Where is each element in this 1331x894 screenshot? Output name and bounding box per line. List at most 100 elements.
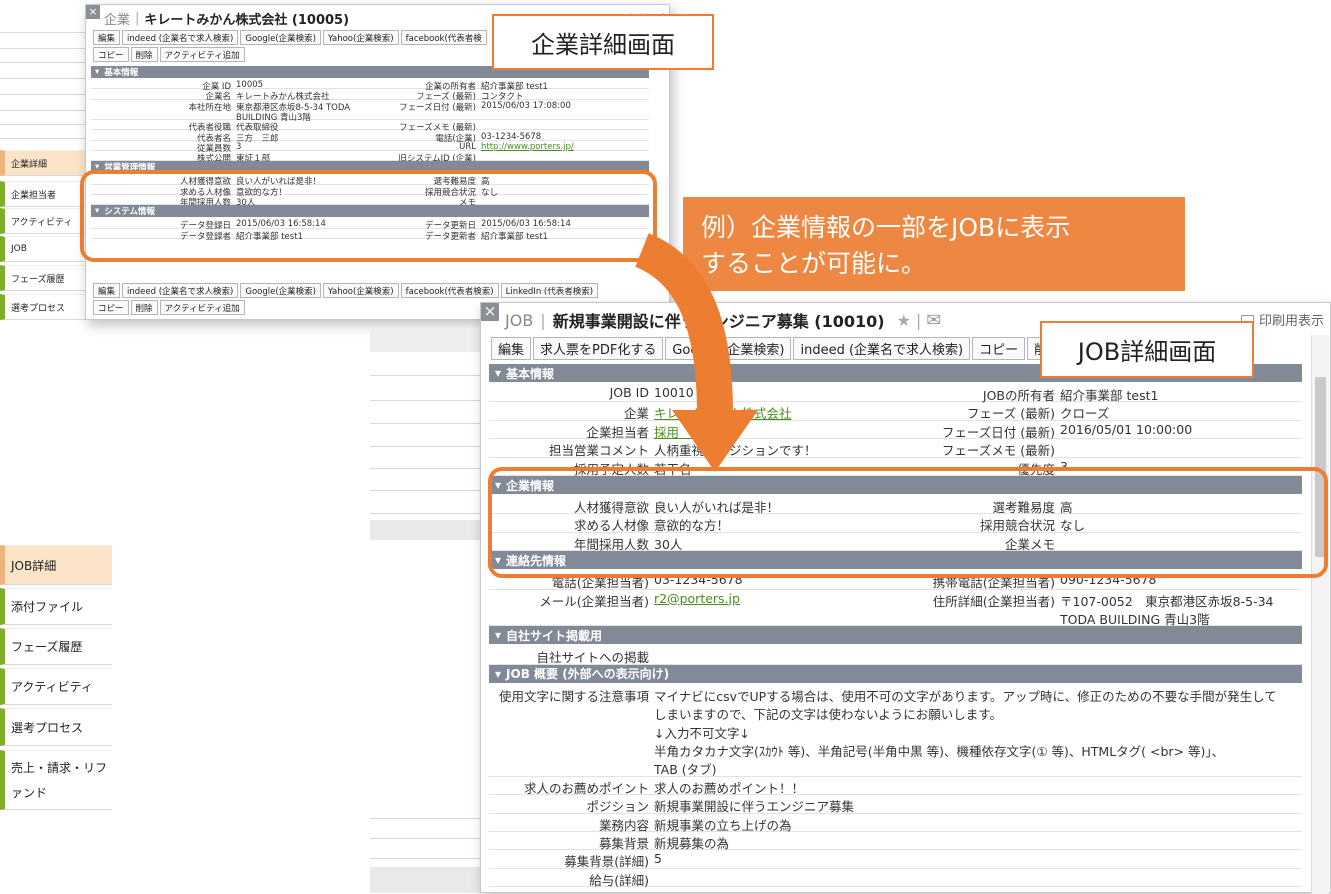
field-row: 従業員数 3 URL http://www.porters.jp/ (91, 141, 649, 154)
field-row: 企業担当者 採用 担当 フェーズ日付 (最新) 2016/05/01 10:00:00 (489, 421, 1302, 440)
mail-icon[interactable]: ✉ (926, 310, 941, 331)
note-line-1: 例）企業情報の一部をJOBに表示 (701, 213, 1071, 242)
company-toolbar-bottom: 編集 indeed (企業名で求人検索) Google(企業検索) Yahoo(企業検… (93, 283, 600, 298)
field-label: 求人のお薦めポイント (523, 780, 649, 796)
job-company-highlight (488, 467, 1328, 578)
section-header[interactable]: 自社サイト掲載用 (489, 626, 1302, 645)
field-row: 自社サイトへの掲載 (489, 646, 1302, 665)
field-value: TAB (タブ) (654, 762, 717, 778)
field-row: 使用文字に関する注意事項 マイナビにcsvでUPする場合は、使用不可の文字がありま… (489, 685, 1302, 777)
company-screen-callout: 企業詳細画面 (492, 14, 714, 70)
toolbar-button[interactable]: indeed (企業名で求人検索) (122, 30, 239, 45)
field-label: ポジション (586, 799, 649, 815)
close-button[interactable]: × (86, 5, 100, 19)
nav-item[interactable]: 売上・請求・リフ ァンド (0, 750, 112, 810)
toolbar-button[interactable]: アクティビティ追加 (159, 47, 245, 62)
company-sales-highlight (80, 170, 657, 262)
toolbar-button[interactable]: 削除 (130, 300, 158, 315)
section-title: 自社サイト掲載用 (506, 628, 603, 643)
toolbar-button[interactable]: Yahoo(企業検索) (322, 30, 399, 45)
field-value: ↓入力不可文字↓ (654, 725, 750, 741)
field-label: 募集背景 (598, 836, 649, 851)
nav-item-label: 添付ファイル (11, 600, 84, 614)
nav-item[interactable]: 選考プロセス (0, 294, 86, 320)
toolbar-button[interactable]: LinkedIn (代表者検索) (500, 283, 599, 298)
field-label: フェーズ (最新) (966, 406, 1055, 422)
field-value: 新規事業の立ち上げの為 (654, 817, 792, 833)
toolbar-button[interactable]: indeed (企業名で求人検索) (122, 283, 239, 298)
field-row: ポジション 新規事業開設に伴うエンジニア募集 (489, 795, 1302, 815)
title-separator: | (540, 310, 546, 330)
nav-item-label: 企業詳細 (11, 159, 48, 170)
title-separator-2: | (915, 310, 922, 330)
field-value: しまいますので、下記の文字は使わないようにお願いします。 (654, 707, 1003, 723)
field-label: 使用文字に関する注意事項 (498, 688, 649, 704)
toolbar-button[interactable]: 編集 (93, 283, 121, 298)
field-value: クローズ (1060, 406, 1110, 422)
company-toolbar-2: コピー 削除 アクティビティ追加 (93, 47, 247, 62)
toolbar-button[interactable]: indeed (企業名で求人検索) (793, 337, 971, 360)
field-value: TODA BUILDING 青山3階 (1060, 611, 1210, 627)
scrollbar[interactable] (1311, 335, 1329, 894)
nav-item-label: 企業担当者 (11, 190, 57, 201)
toolbar-button[interactable]: Google(企業検索) (240, 283, 321, 298)
field-row: 求人のお薦めポイント 求人のお薦めポイント！！ (489, 777, 1302, 796)
field-row: 企業 ID 10005 企業の所有者 紹介事業部 test1 (91, 79, 649, 92)
toolbar-button[interactable]: facebook(代表者検索) (400, 283, 499, 298)
field-label: 本社所在地 (188, 102, 231, 113)
nav-item[interactable]: フェーズ履歴 (0, 628, 112, 665)
field-value: 半角カタカナ文字(ｽｶｳﾄ 等)、半角記号(半角中黒 等)、機種依存文字(① 等… (654, 743, 1225, 759)
section-title: JOB 概要 (外部への表示向け) (506, 667, 670, 682)
field-label: メール(企業担当者) (539, 593, 649, 609)
toolbar-button[interactable]: 削除 (130, 47, 158, 62)
nav-item-label: アクティビティ (11, 217, 73, 228)
nav-item-label: アクティビティ (11, 680, 93, 694)
field-row: 代表者役職 代表取締役 フェーズメモ (最新) (91, 120, 649, 133)
field-value: 2015/06/03 17:08:00 (481, 100, 571, 111)
field-label: JOB ID (609, 385, 649, 400)
nav-item[interactable]: JOB詳細 (0, 545, 112, 585)
nav-item-label: 選考プロセス (11, 720, 84, 735)
field-row: 給与(詳細) (489, 869, 1302, 888)
nav-item[interactable]: アクティビティ (0, 208, 86, 234)
toolbar-button[interactable]: Yahoo(企業検索) (322, 283, 399, 298)
toolbar-button[interactable]: 編集 (93, 30, 121, 45)
field-label: 住所詳細(企業担当者) (932, 593, 1055, 609)
toolbar-button[interactable]: Google(企業検索) (240, 30, 321, 45)
toolbar-button[interactable]: コピー (93, 47, 129, 62)
field-label: 企業 (623, 406, 649, 422)
toolbar-button[interactable]: 編集 (491, 337, 532, 360)
nav-item-label: ァンド (11, 786, 48, 800)
toolbar-button[interactable]: facebook(代表者検 (400, 30, 487, 45)
object-type-label: 企業 (104, 13, 131, 28)
company-toolbar: 編集 indeed (企業名で求人検索) Google(企業検索) Yahoo(企業検… (93, 30, 489, 45)
nav-item[interactable]: 企業詳細 (0, 150, 86, 176)
nav-item[interactable]: フェーズ履歴 (0, 265, 86, 291)
field-value: 新規事業開設に伴うエンジニア募集 (654, 799, 855, 815)
field-value: 新規募集の為 (654, 836, 730, 851)
pin-icon[interactable]: ★ (897, 311, 911, 330)
field-value[interactable]: r2@porters.jp (654, 591, 740, 606)
close-button[interactable]: × (481, 303, 499, 321)
job-detail-window: × JOB | 新規事業開設に伴うエンジニア募集 (10010) ★ | ✉ 印… (480, 302, 1331, 894)
toolbar-button[interactable]: コピー (972, 337, 1026, 360)
nav-item[interactable]: 添付ファイル (0, 588, 112, 625)
section-header[interactable]: JOB 概要 (外部への表示向け) (489, 664, 1302, 683)
field-label: 企業担当者 (586, 424, 649, 440)
nav-item[interactable]: 企業担当者 (0, 181, 86, 207)
nav-item-label: 売上・請求・リフ (11, 761, 108, 775)
nav-item-label: JOB (11, 244, 27, 254)
nav-item[interactable]: JOB (0, 236, 86, 262)
nav-item[interactable]: 選考プロセス (0, 708, 112, 746)
nav-item-label: フェーズ履歴 (11, 274, 65, 285)
field-row: 企業名 キレートみかん株式会社 フェーズ (最新) コンタクト (91, 89, 649, 102)
print-label: 印刷用表示 (1259, 314, 1325, 329)
field-row: 代表者名 三方 三郎 電話(企業) 03-1234-5678 (91, 131, 649, 144)
field-label: 業務内容 (598, 817, 649, 833)
nav-item[interactable]: アクティビティ (0, 668, 112, 705)
field-row: 本社所在地 東京都港区赤坂8-5-34 TODA BUILDING 青山3階 フェーズ… (91, 100, 649, 123)
field-label: JOBの所有者 (982, 388, 1055, 403)
toolbar-button[interactable]: アクティビティ追加 (159, 300, 245, 315)
toolbar-button[interactable]: コピー (93, 300, 129, 315)
field-row: 株式公開 東証１部 旧システムID (企業) (91, 151, 649, 164)
